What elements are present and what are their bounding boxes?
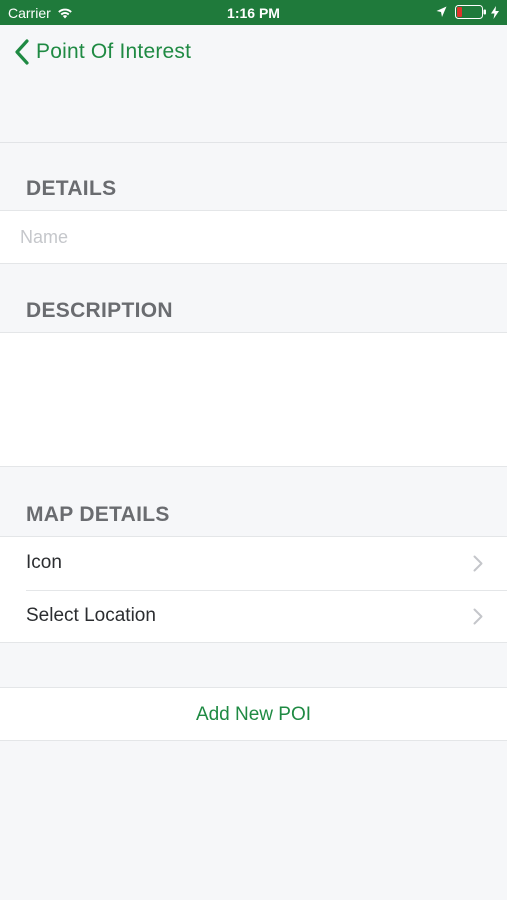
battery-low-icon — [455, 5, 486, 19]
description-field-cell — [0, 332, 507, 467]
map-details-group: Icon Select Location — [0, 536, 507, 643]
chevron-right-icon — [473, 555, 483, 572]
charging-bolt-icon — [491, 5, 499, 19]
select-location-row[interactable]: Select Location — [0, 590, 507, 643]
location-arrow-icon — [436, 6, 447, 17]
status-indicators — [436, 5, 499, 19]
details-section-header: DETAILS — [26, 177, 117, 200]
status-time: 1:16 PM — [227, 5, 280, 21]
chevron-left-icon — [15, 39, 29, 65]
name-input[interactable] — [18, 211, 492, 264]
back-button[interactable]: Point Of Interest — [14, 39, 191, 65]
add-poi-cell: Add New POI — [0, 687, 507, 741]
add-new-poi-button[interactable]: Add New POI — [0, 688, 507, 741]
icon-row-label: Icon — [26, 552, 62, 573]
chevron-right-icon — [473, 608, 483, 625]
navigation-bar: Point Of Interest — [0, 25, 507, 143]
status-bar: Carrier 1:16 PM — [0, 0, 507, 25]
map-details-section-header: MAP DETAILS — [26, 503, 170, 526]
icon-row[interactable]: Icon — [0, 537, 507, 590]
description-textarea[interactable] — [18, 341, 492, 463]
back-button-label: Point Of Interest — [36, 40, 192, 63]
select-location-row-label: Select Location — [26, 605, 156, 626]
description-section-header: DESCRIPTION — [26, 299, 173, 322]
name-field-cell — [0, 210, 507, 264]
